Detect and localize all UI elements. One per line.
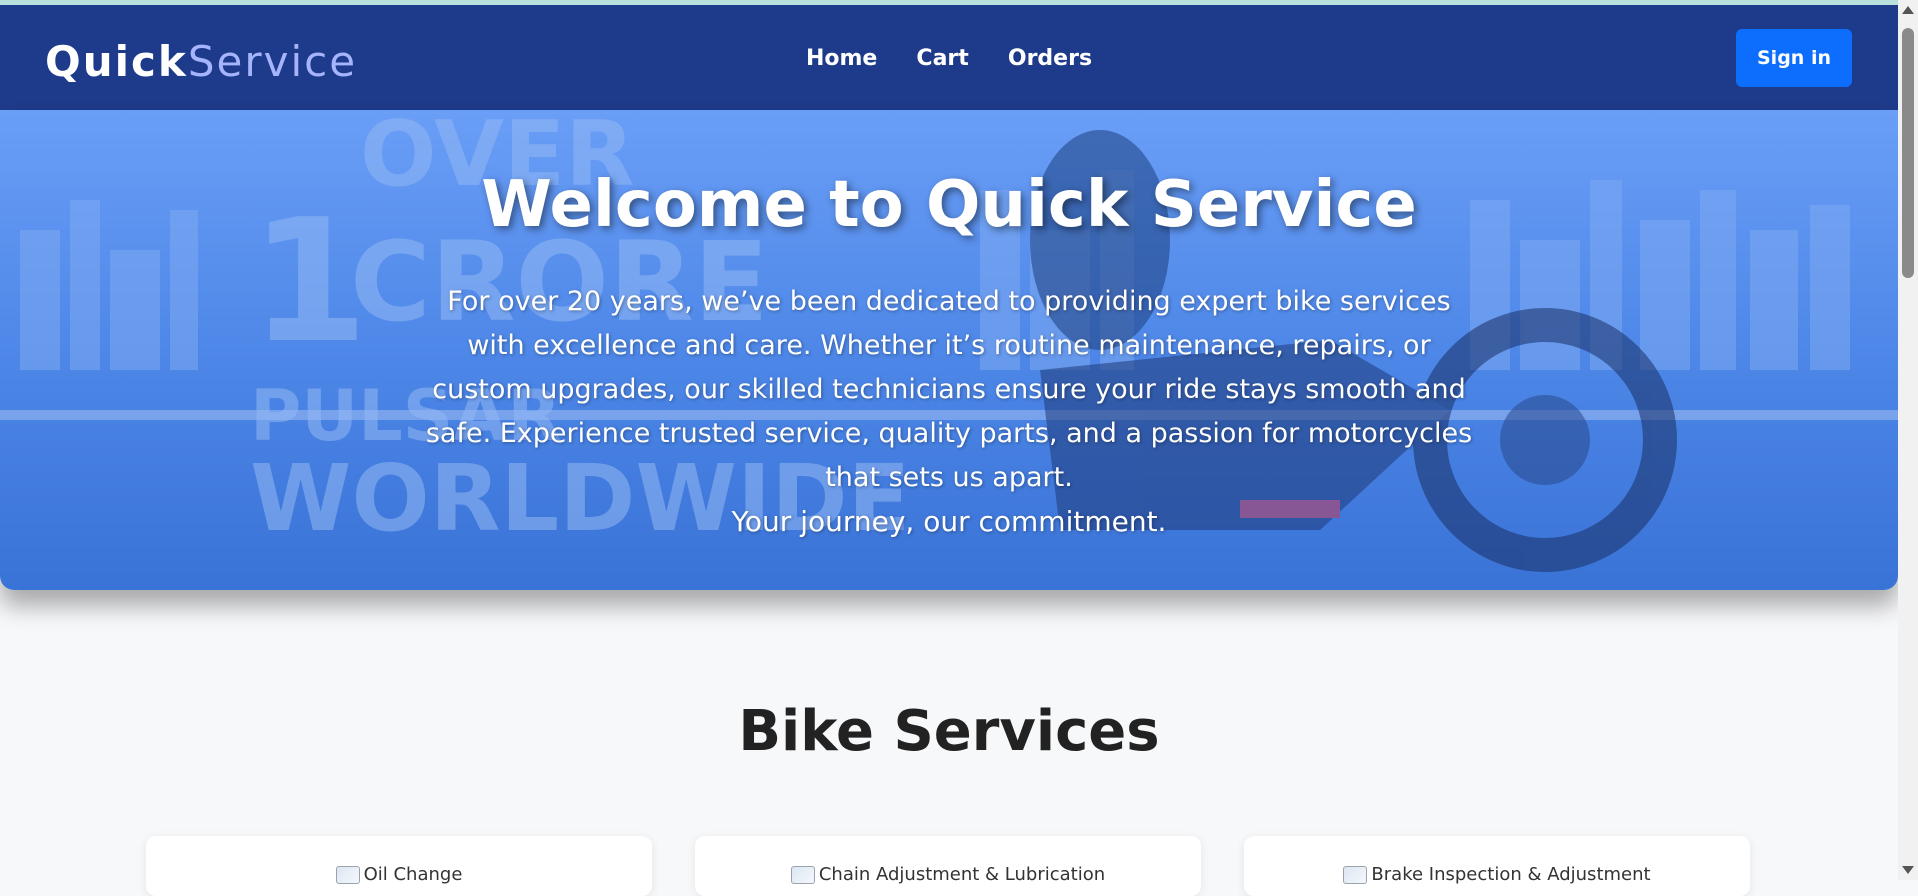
hero-title: Welcome to Quick Service <box>481 168 1417 242</box>
broken-image-icon <box>1343 866 1368 884</box>
service-card-chain[interactable]: Chain Adjustment & Lubrication <box>695 836 1201 896</box>
sign-in-button[interactable]: Sign in <box>1736 29 1852 87</box>
service-card-image-alt: Brake Inspection & Adjustment <box>1371 864 1651 885</box>
broken-image-icon <box>335 866 360 884</box>
hero-tagline: Your journey, our commitment. <box>731 505 1167 538</box>
hero-banner: OVER 1 CRORE PULSAR WORLDWIDE Welcome to… <box>0 110 1898 590</box>
nav-cart-link[interactable]: Cart <box>916 43 968 75</box>
service-card-image: Chain Adjustment & Lubrication <box>695 864 1201 885</box>
page-scrollbar[interactable] <box>1898 0 1918 880</box>
nav-orders-link[interactable]: Orders <box>1008 43 1092 75</box>
scroll-thumb[interactable] <box>1902 28 1914 278</box>
service-card-brake[interactable]: Brake Inspection & Adjustment <box>1244 836 1750 896</box>
navbar: QuickService Home Cart Orders Sign in <box>0 5 1898 110</box>
scroll-down-arrow-icon[interactable] <box>1902 866 1914 874</box>
scroll-up-arrow-icon[interactable] <box>1902 6 1914 14</box>
nav-links: Home Cart Orders <box>0 43 1898 75</box>
service-card-image-alt: Oil Change <box>363 864 463 885</box>
hero-description: For over 20 years, we’ve been dedicated … <box>425 286 1473 493</box>
service-card-image: Oil Change <box>146 864 652 885</box>
nav-home-link[interactable]: Home <box>806 43 877 75</box>
broken-image-icon <box>790 866 815 884</box>
services-section-title: Bike Services <box>738 699 1160 764</box>
service-card-oil-change[interactable]: Oil Change <box>146 836 652 896</box>
service-card-image: Brake Inspection & Adjustment <box>1244 864 1750 885</box>
service-card-image-alt: Chain Adjustment & Lubrication <box>818 864 1106 885</box>
